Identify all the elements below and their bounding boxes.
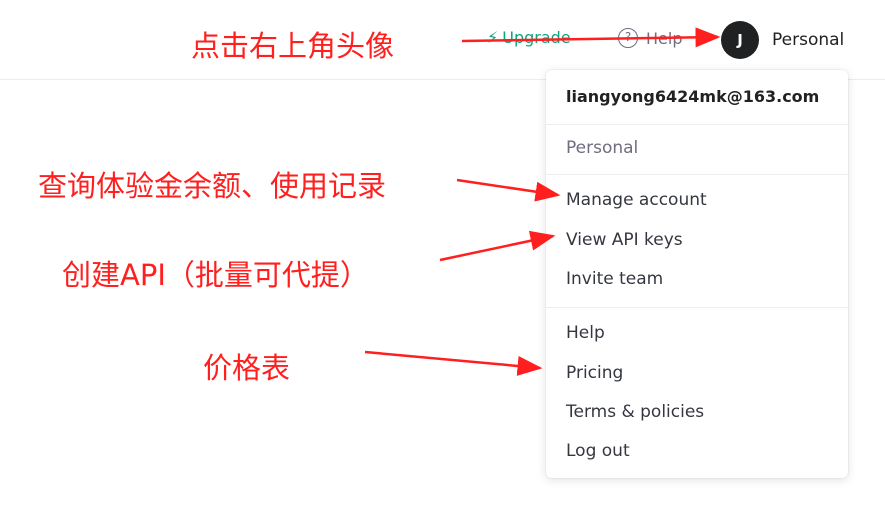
arrow-to-manage-account bbox=[456, 178, 561, 202]
annotation-arrows bbox=[364, 27, 721, 376]
arrow-to-view-api-keys bbox=[439, 230, 556, 262]
arrow-to-avatar bbox=[461, 27, 721, 48]
arrow-to-pricing bbox=[364, 350, 543, 376]
